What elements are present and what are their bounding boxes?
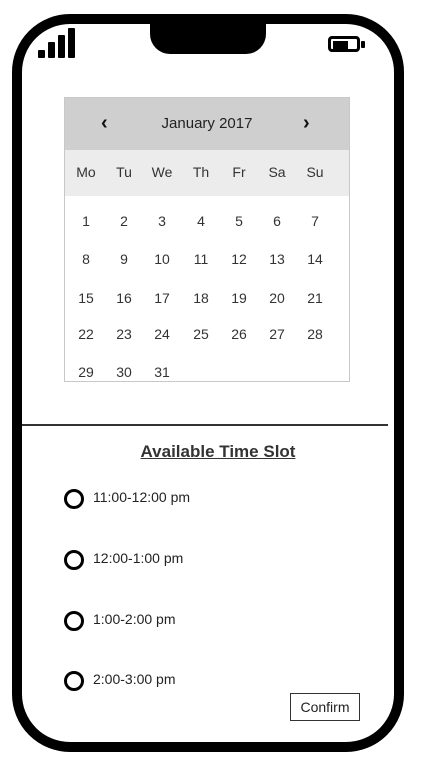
calendar-day[interactable]: 21 (296, 290, 334, 306)
calendar-day[interactable]: 8 (67, 251, 105, 267)
calendar-header: ‹ January 2017 › (65, 98, 349, 150)
time-slot-label: 1:00-2:00 pm (93, 611, 176, 627)
calendar-day[interactable]: 15 (67, 290, 105, 306)
time-slot-label: 2:00-3:00 pm (93, 671, 176, 687)
calendar-day[interactable]: 13 (258, 251, 296, 267)
radio-icon[interactable] (64, 611, 84, 631)
calendar-day[interactable]: 25 (182, 326, 220, 342)
calendar-day[interactable]: 9 (105, 251, 143, 267)
confirm-button[interactable]: Confirm (290, 693, 360, 721)
calendar-day[interactable]: 22 (67, 326, 105, 342)
calendar-day[interactable]: 16 (105, 290, 143, 306)
time-slot-label: 11:00-12:00 pm (93, 489, 191, 505)
calendar-day[interactable]: 27 (258, 326, 296, 342)
calendar-day[interactable]: 29 (67, 364, 105, 380)
calendar-day[interactable]: 28 (296, 326, 334, 342)
calendar-day[interactable]: 24 (143, 326, 181, 342)
calendar-day[interactable]: 23 (105, 326, 143, 342)
weekday-label: Tu (116, 164, 132, 180)
slots-title: Available Time Slot (140, 442, 296, 461)
calendar-day[interactable]: 30 (105, 364, 143, 380)
calendar-day[interactable]: 7 (296, 213, 334, 229)
calendar-day[interactable]: 26 (220, 326, 258, 342)
time-slot-label: 12:00-1:00 pm (93, 550, 184, 566)
calendar-day[interactable]: 5 (220, 213, 258, 229)
section-divider (22, 424, 388, 426)
radio-icon[interactable] (64, 489, 84, 509)
weekday-label: Sa (268, 164, 286, 180)
calendar-day[interactable]: 1 (67, 213, 105, 229)
calendar-day[interactable]: 4 (182, 213, 220, 229)
calendar-day[interactable]: 12 (220, 251, 258, 267)
weekday-label: We (151, 164, 173, 180)
weekday-label: Fr (232, 164, 246, 180)
calendar-day[interactable]: 18 (182, 290, 220, 306)
radio-icon[interactable] (64, 550, 84, 570)
calendar-day[interactable]: 20 (258, 290, 296, 306)
calendar-day[interactable]: 19 (220, 290, 258, 306)
phone-notch (150, 14, 266, 54)
calendar-day[interactable]: 14 (296, 251, 334, 267)
radio-icon[interactable] (64, 671, 84, 691)
calendar-day[interactable]: 31 (143, 364, 181, 380)
chevron-right-icon[interactable]: › (303, 112, 310, 135)
calendar-day[interactable]: 2 (105, 213, 143, 229)
weekday-label: Su (306, 164, 324, 180)
calendar-weekday-row: Mo Tu We Th Fr Sa Su (65, 150, 349, 196)
battery-icon (328, 36, 366, 54)
calendar-day[interactable]: 17 (143, 290, 181, 306)
calendar-day[interactable]: 3 (143, 213, 181, 229)
calendar-day[interactable]: 11 (182, 251, 220, 267)
calendar-day[interactable]: 10 (143, 251, 181, 267)
weekday-label: Th (192, 164, 210, 180)
weekday-label: Mo (76, 164, 96, 180)
signal-icon (38, 28, 78, 58)
calendar: ‹ January 2017 › Mo Tu We Th Fr Sa Su 1 … (64, 97, 350, 382)
calendar-day[interactable]: 6 (258, 213, 296, 229)
calendar-days-grid: 1 2 3 4 5 6 7 8 9 10 11 12 13 14 15 16 1… (65, 196, 349, 381)
